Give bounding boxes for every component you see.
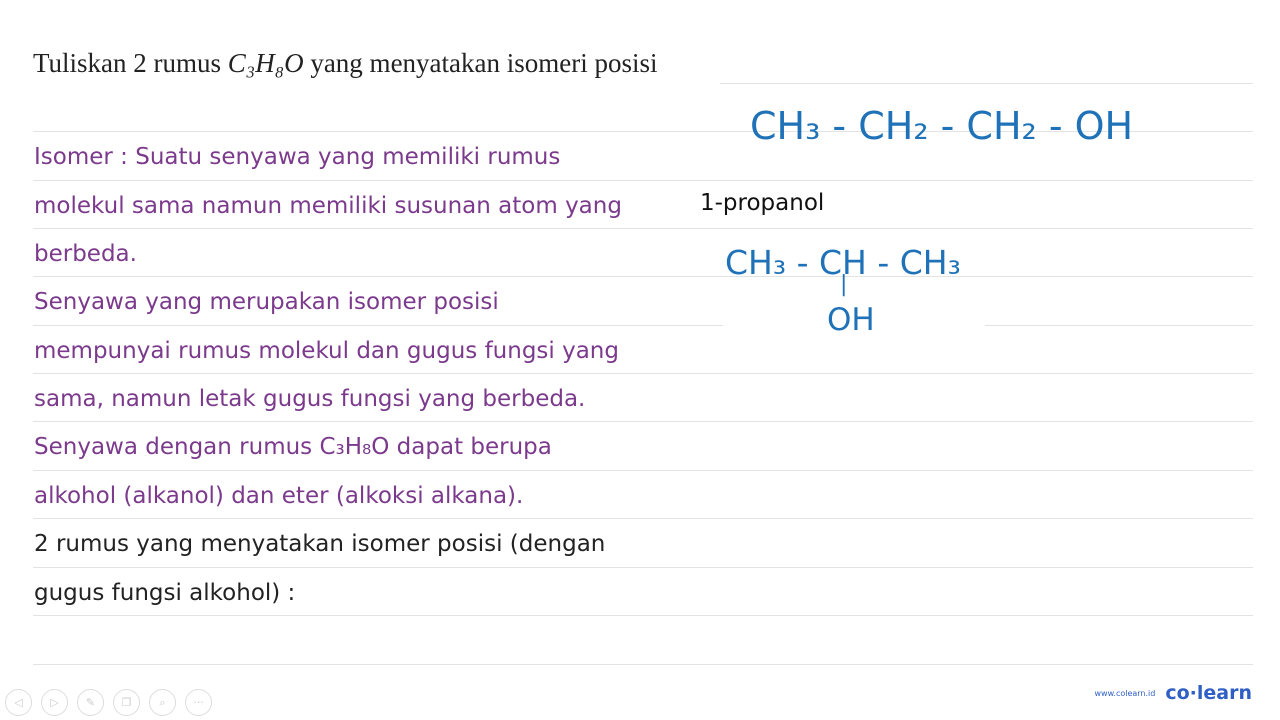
copy-icon[interactable]: ❐ [113,689,140,716]
player-controls: ◁ ▷ ✎ ❐ ⌕ ··· [5,689,212,716]
brand-url: www.colearn.id [1094,688,1156,698]
explanation-line: sama, namun letak gugus fungsi yang berb… [34,386,586,412]
explanation-line: gugus fungsi alkohol) : [34,580,296,606]
explanation-line: molekul sama namun memiliki susunan atom… [34,193,622,219]
brand-logo: co·learn [1165,682,1252,704]
more-icon[interactable]: ··· [185,689,212,716]
brand: www.colearn.id co·learn [1095,682,1253,704]
branch-bond: | [840,272,848,297]
branch-oh: OH [827,302,875,338]
structure-1-propanol: CH₃ - CH₂ - CH₂ - OH [750,104,1134,148]
next-icon[interactable]: ▷ [41,689,68,716]
explanation-line: alkohol (alkanol) dan eter (alkoksi alka… [34,483,524,509]
question-text: Tuliskan 2 rumus C₃H₈O yang menyatakan i… [33,48,658,78]
label-1-propanol: 1-propanol [700,190,825,216]
explanation-line: 2 rumus yang menyatakan isomer posisi (d… [34,531,606,557]
zoom-icon[interactable]: ⌕ [149,689,176,716]
pen-icon[interactable]: ✎ [77,689,104,716]
explanation-line: Senyawa dengan rumus C₃H₈O dapat berupa [34,434,552,460]
explanation-line: berbeda. [34,241,137,267]
explanation-line: Isomer : Suatu senyawa yang memiliki rum… [34,144,561,170]
prev-icon[interactable]: ◁ [5,689,32,716]
explanation-line: mempunyai rumus molekul dan gugus fungsi… [34,338,619,364]
explanation-line: Senyawa yang merupakan isomer posisi [34,289,499,315]
